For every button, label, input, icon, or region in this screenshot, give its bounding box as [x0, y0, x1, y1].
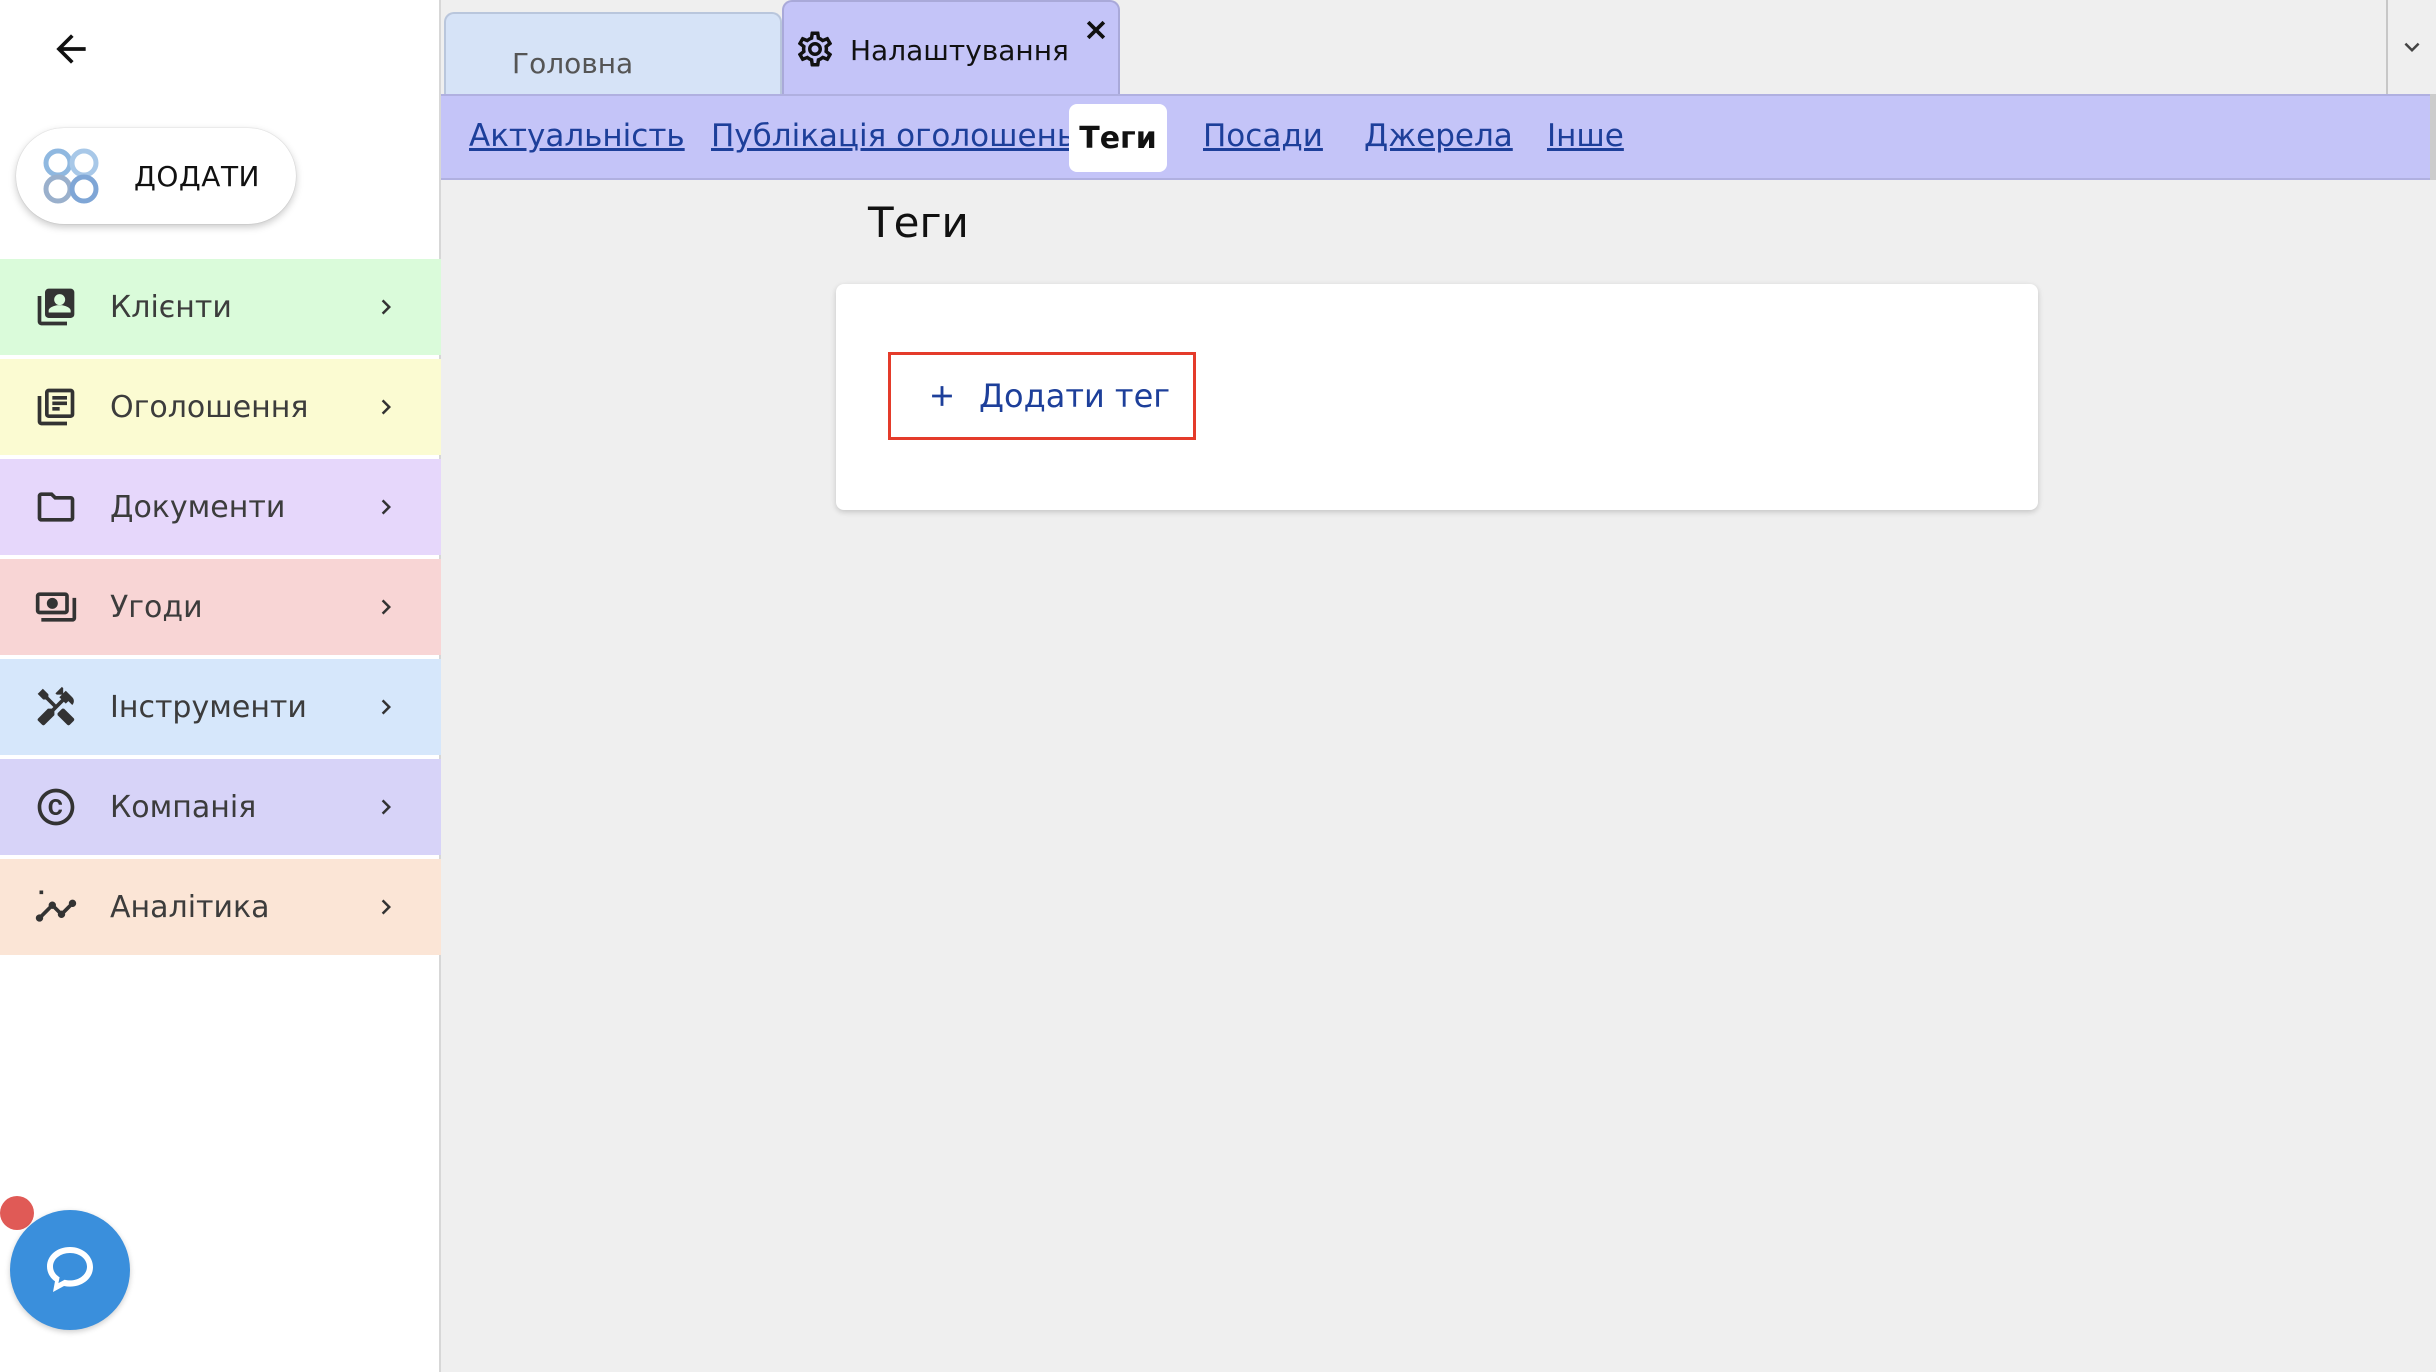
sidebar-item-tools[interactable]: Інструменти — [0, 659, 441, 755]
chevron-right-icon — [381, 899, 391, 915]
settings-subnav: Актуальність Публікація оголошень Теги П… — [441, 94, 2436, 180]
scrollbar[interactable] — [2430, 94, 2436, 180]
chevron-right-icon — [381, 399, 391, 415]
add-tag-button[interactable]: Додати тег — [888, 352, 1196, 440]
page-title: Теги — [868, 198, 969, 247]
sidebar-item-label: Документи — [110, 489, 286, 525]
listings-icon — [32, 383, 80, 431]
sidebar-item-label: Клієнти — [110, 289, 232, 325]
sidebar-item-label: Оголошення — [110, 389, 309, 425]
folder-icon — [32, 483, 80, 531]
chat-bubble-icon — [47, 1247, 93, 1292]
sidebar: ДОДАТИ Клієнти Оголошення Документи Угод… — [0, 0, 441, 1372]
copyright-icon — [32, 783, 80, 831]
tab-home[interactable]: Головна — [444, 12, 782, 94]
tab-bar: Головна Налаштування — [441, 0, 2436, 94]
add-button-label: ДОДАТИ — [134, 159, 260, 193]
subnav-link-publication[interactable]: Публікація оголошень — [711, 118, 1075, 154]
sidebar-item-label: Угоди — [110, 589, 203, 625]
add-tag-label: Додати тег — [979, 377, 1171, 415]
chevron-right-icon — [381, 799, 391, 815]
tab-list-dropdown[interactable] — [2386, 0, 2436, 94]
chevron-right-icon — [381, 299, 391, 315]
tab-settings-label: Налаштування — [850, 34, 1069, 67]
sidebar-item-label: Аналітика — [110, 889, 270, 925]
back-button[interactable] — [44, 22, 98, 76]
tab-home-label: Головна — [512, 46, 634, 80]
analytics-icon — [32, 883, 80, 931]
chevron-right-icon — [381, 599, 391, 615]
sidebar-item-company[interactable]: Компанія — [0, 759, 441, 855]
subnav-link-sources[interactable]: Джерела — [1364, 118, 1513, 154]
sidebar-item-deals[interactable]: Угоди — [0, 559, 441, 655]
subnav-link-other[interactable]: Інше — [1547, 118, 1624, 154]
subnav-link-relevance[interactable]: Актуальність — [469, 118, 685, 154]
plus-icon — [932, 386, 952, 406]
subnav-link-positions[interactable]: Посади — [1203, 118, 1323, 154]
close-icon[interactable] — [1082, 16, 1110, 44]
sidebar-item-label: Інструменти — [110, 689, 307, 725]
subnav-link-tags[interactable]: Теги — [1069, 104, 1167, 172]
contacts-icon — [32, 283, 80, 331]
sidebar-menu: Клієнти Оголошення Документи Угоди Інстр… — [0, 259, 441, 959]
sidebar-item-listings[interactable]: Оголошення — [0, 359, 441, 455]
sidebar-item-documents[interactable]: Документи — [0, 459, 441, 555]
tab-settings[interactable]: Налаштування — [782, 0, 1120, 94]
chevron-right-icon — [381, 699, 391, 715]
sidebar-item-analytics[interactable]: Аналітика — [0, 859, 441, 955]
chevron-right-icon — [381, 499, 391, 515]
tools-icon — [32, 683, 80, 731]
sidebar-item-clients[interactable]: Клієнти — [0, 259, 441, 355]
logo-icon — [43, 148, 99, 204]
tags-card: Додати тег — [836, 284, 2038, 510]
gear-icon — [797, 31, 833, 67]
chevron-down-icon — [2404, 42, 2420, 52]
sidebar-item-label: Компанія — [110, 789, 257, 825]
arrow-left-icon — [56, 34, 86, 64]
chat-button[interactable] — [10, 1210, 130, 1330]
payments-icon — [32, 583, 80, 631]
add-button[interactable]: ДОДАТИ — [16, 128, 296, 224]
